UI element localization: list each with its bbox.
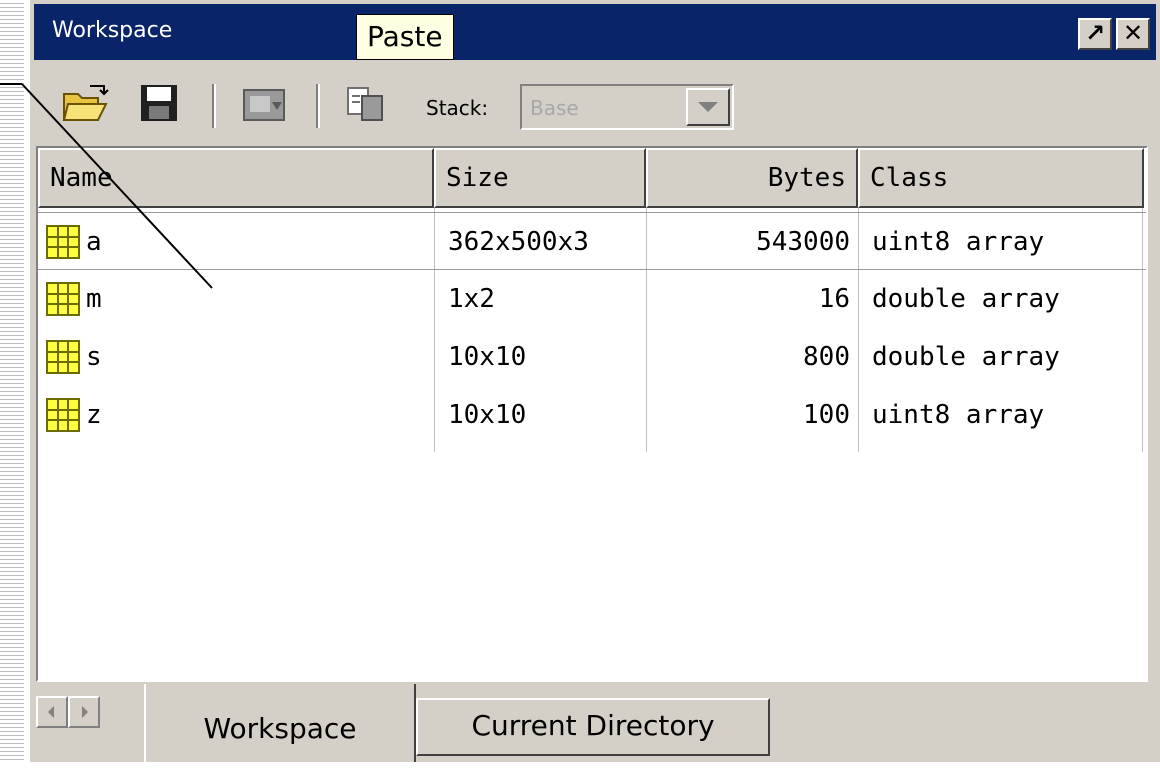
toolbar-separator (212, 84, 216, 128)
variable-bytes: 16 (818, 284, 850, 314)
chevron-left-icon (48, 706, 54, 718)
variable-name: m (86, 284, 102, 314)
table-row[interactable]: m 1x2 16 double array (38, 270, 1146, 328)
stack-dropdown-value: Base (530, 96, 579, 120)
variable-size: 10x10 (448, 400, 527, 430)
variable-name: s (86, 342, 102, 372)
open-folder-icon[interactable] (60, 82, 110, 124)
variable-class: double array (872, 284, 1060, 314)
variable-grid-icon (46, 225, 80, 259)
variable-bytes: 800 (803, 342, 850, 372)
variables-list[interactable]: Name Size Bytes Class a 362x500x3 543000… (36, 146, 1148, 682)
variable-name: z (86, 400, 102, 430)
import-data-icon[interactable] (242, 86, 288, 124)
variable-bytes: 100 (803, 400, 850, 430)
undock-button[interactable]: ↗ (1078, 18, 1112, 50)
scroll-right-button[interactable] (68, 696, 100, 728)
table-row[interactable]: z 10x10 100 uint8 array (38, 386, 1146, 444)
table-row[interactable]: a 362x500x3 543000 uint8 array (38, 212, 1146, 270)
column-header-class[interactable]: Class (858, 148, 1144, 208)
variable-class: uint8 array (872, 227, 1045, 257)
paste-icon[interactable] (346, 84, 390, 124)
save-disk-icon[interactable] (138, 82, 180, 124)
left-stripe-decoration (0, 0, 24, 762)
tab-strip: Workspace Current Directory (34, 684, 1156, 762)
scroll-left-button[interactable] (36, 696, 68, 728)
variable-name: a (86, 227, 102, 257)
title-bar: Workspace ↗ ✕ (34, 4, 1156, 60)
workspace-window: Workspace ↗ ✕ Paste Stack: Base Name Siz… (28, 0, 1160, 762)
variable-bytes: 543000 (756, 227, 850, 257)
variable-grid-icon (46, 282, 80, 316)
paste-tooltip: Paste (356, 14, 454, 60)
chevron-right-icon (82, 706, 88, 718)
variable-class: double array (872, 342, 1060, 372)
close-button[interactable]: ✕ (1116, 18, 1150, 50)
toolbar: Stack: Base (34, 62, 1156, 144)
variable-grid-icon (46, 340, 80, 374)
variable-size: 362x500x3 (448, 227, 589, 257)
chevron-down-icon[interactable] (686, 88, 730, 126)
variable-size: 10x10 (448, 342, 527, 372)
table-row[interactable]: s 10x10 800 double array (38, 328, 1146, 386)
tab-workspace[interactable]: Workspace (144, 684, 416, 762)
variable-size: 1x2 (448, 284, 495, 314)
toolbar-separator (316, 84, 320, 128)
variable-class: uint8 array (872, 400, 1045, 430)
column-header-bytes[interactable]: Bytes (646, 148, 858, 208)
stack-dropdown[interactable]: Base (520, 84, 734, 130)
tab-current-directory[interactable]: Current Directory (416, 698, 770, 756)
column-header-size[interactable]: Size (434, 148, 646, 208)
column-header-name[interactable]: Name (38, 148, 434, 208)
variable-grid-icon (46, 398, 80, 432)
stack-label: Stack: (426, 96, 489, 120)
window-title: Workspace (52, 18, 173, 43)
